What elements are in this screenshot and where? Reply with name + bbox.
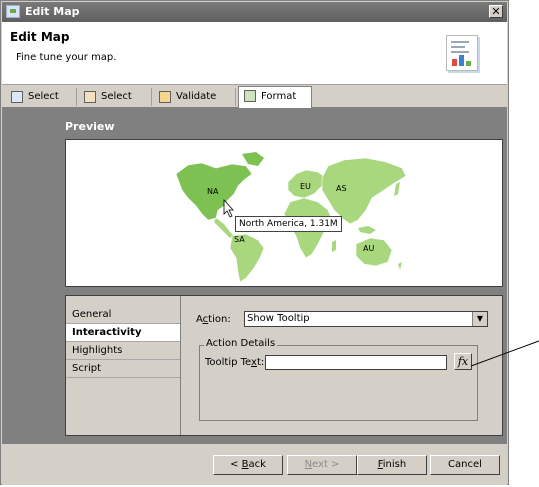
back-button[interactable]: < Back (213, 455, 283, 475)
region-nz (398, 262, 402, 270)
map-label-au: AU (363, 244, 374, 253)
action-details-title: Action Details (204, 338, 278, 349)
mouse-cursor-icon (223, 198, 234, 218)
format-map-page: Preview NA SA EU AS AU North America, 1.… (2, 108, 507, 443)
nav-item-highlights[interactable]: Highlights (66, 342, 180, 360)
action-select-value: Show Tooltip (247, 313, 310, 324)
edit-map-window: Edit Map ✕ Edit Map Fine tune your map. … (0, 0, 509, 485)
wizard-footer: < Back Next > Finish Cancel (2, 443, 507, 485)
tab-select-map[interactable]: Select Map (6, 88, 77, 120)
wizard-tabs: Select Map Select Data Validate Data For… (2, 85, 507, 122)
region-ca (214, 218, 234, 238)
window-title: Edit Map (25, 5, 80, 18)
nav-item-general[interactable]: General (66, 306, 180, 324)
map-label-na: NA (207, 187, 219, 196)
report-chart-icon (446, 35, 478, 71)
tab-select-data[interactable]: Select Data (79, 88, 152, 120)
tooltip-text-input[interactable] (265, 355, 447, 370)
map-preview: NA SA EU AS AU North America, 1.31M (65, 139, 503, 287)
nav-item-script[interactable]: Script (66, 360, 180, 378)
tab-format-map[interactable]: Format Map (238, 86, 312, 122)
format-map-icon (244, 90, 256, 102)
tab-validate-data[interactable]: Validate Data (154, 88, 236, 120)
header-subtitle: Fine tune your map. (16, 52, 117, 63)
region-japan (394, 182, 400, 196)
region-madagascar (332, 240, 336, 252)
format-nav: General Interactivity Highlights Script (66, 296, 181, 435)
close-button[interactable]: ✕ (489, 5, 503, 18)
tooltip-text-label: Tooltip Text: (205, 357, 265, 368)
title-bar: Edit Map ✕ (2, 2, 507, 22)
map-label-eu: EU (300, 182, 311, 191)
finish-button[interactable]: Finish (357, 455, 427, 475)
header-title: Edit Map (10, 30, 70, 44)
map-tooltip: North America, 1.31M (235, 216, 342, 232)
map-app-icon (6, 5, 20, 18)
dropdown-arrow-icon[interactable]: ▼ (472, 312, 487, 326)
cancel-button[interactable]: Cancel (430, 455, 500, 475)
formula-fx-button[interactable]: fx (454, 353, 472, 370)
nav-item-interactivity[interactable]: Interactivity (66, 324, 180, 342)
action-label: Action: (196, 314, 231, 325)
region-islands (358, 226, 376, 234)
validate-data-icon (159, 91, 171, 103)
select-data-icon (84, 91, 96, 103)
region-greenland (242, 152, 264, 166)
action-select[interactable]: Show Tooltip ▼ (244, 311, 488, 327)
callout-line (471, 340, 539, 367)
preview-label: Preview (65, 120, 115, 133)
map-label-as: AS (336, 184, 347, 193)
format-options-panel: General Interactivity Highlights Script … (65, 295, 503, 436)
world-map: NA SA EU AS AU (175, 152, 407, 283)
select-map-icon (11, 91, 23, 103)
next-button: Next > (287, 455, 357, 475)
map-label-sa: SA (234, 235, 245, 244)
wizard-header: Edit Map Fine tune your map. (2, 22, 507, 85)
region-as[interactable] (321, 157, 407, 225)
